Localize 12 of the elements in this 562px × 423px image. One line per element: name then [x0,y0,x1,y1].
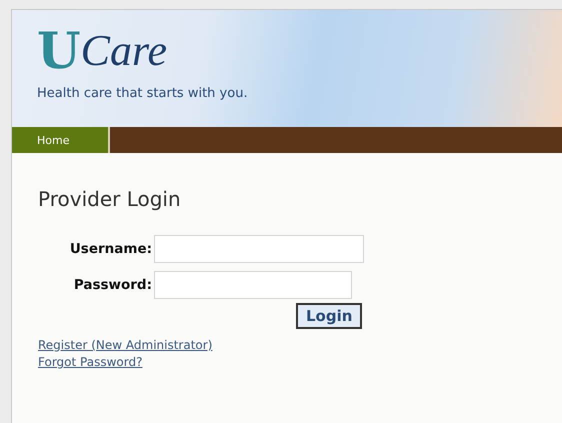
field-label: Username: [68,241,153,257]
login-button[interactable]: Login [296,303,362,329]
field-label: Password: [72,277,153,293]
tagline: Health care that starts with you. [37,86,249,101]
logo-wordmark: Care [80,28,167,74]
text-link[interactable]: Forgot Password? [38,354,142,371]
input-field[interactable] [154,235,364,263]
logo-mark: U [37,28,81,74]
page-title: Provider Login [38,187,182,211]
text-link[interactable]: Register (New Administrator) [38,337,212,354]
input-field[interactable] [154,271,352,299]
nav-tab[interactable]: Home [12,127,110,153]
